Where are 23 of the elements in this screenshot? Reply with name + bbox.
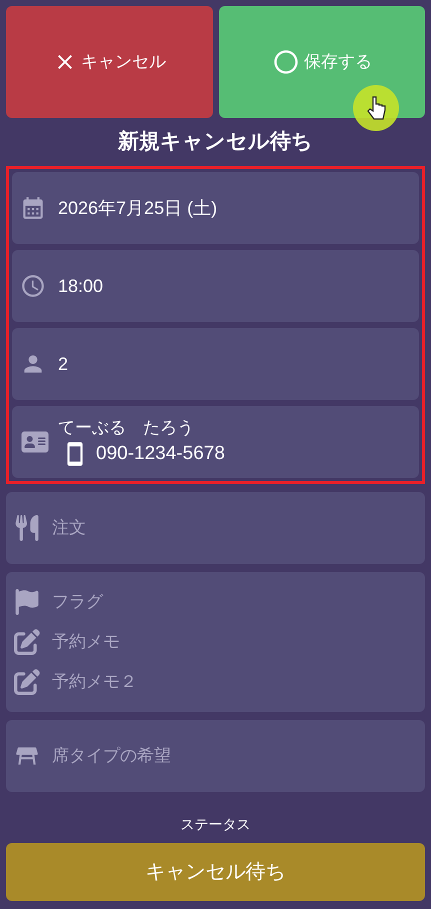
field-value[interactable]: 18:00: [58, 272, 104, 300]
field-value[interactable]: 2026年7月25日 (土): [58, 194, 218, 222]
field-placeholder[interactable]: 予約メモ: [52, 629, 120, 655]
flag-icon: [14, 589, 40, 615]
field-placeholder[interactable]: 席タイプの希望: [52, 743, 171, 769]
clock-icon: [20, 273, 46, 299]
phone-number: 090-1234-5678: [96, 442, 225, 466]
customer-name: てーぶる たろう: [58, 417, 195, 439]
field-value[interactable]: 2: [58, 350, 68, 378]
page-title: 新規キャンセル待ち: [116, 128, 314, 156]
utensils-icon: [14, 515, 40, 541]
contact-card-icon: [20, 430, 50, 454]
status-button[interactable]: キャンセル待ち: [6, 843, 425, 901]
field-placeholder[interactable]: 予約メモ２: [52, 669, 137, 695]
edit-icon: [14, 669, 40, 695]
field-placeholder[interactable]: フラグ: [52, 589, 103, 615]
edit-icon: [14, 629, 40, 655]
cursor-icon: [353, 85, 399, 131]
save-button[interactable]: 保存する: [218, 6, 425, 118]
status-label: ステータス: [180, 815, 252, 834]
field-placeholder[interactable]: 注文: [52, 515, 86, 541]
cancel-button[interactable]: キャンセル: [6, 6, 212, 118]
calendar-icon: [20, 195, 46, 221]
